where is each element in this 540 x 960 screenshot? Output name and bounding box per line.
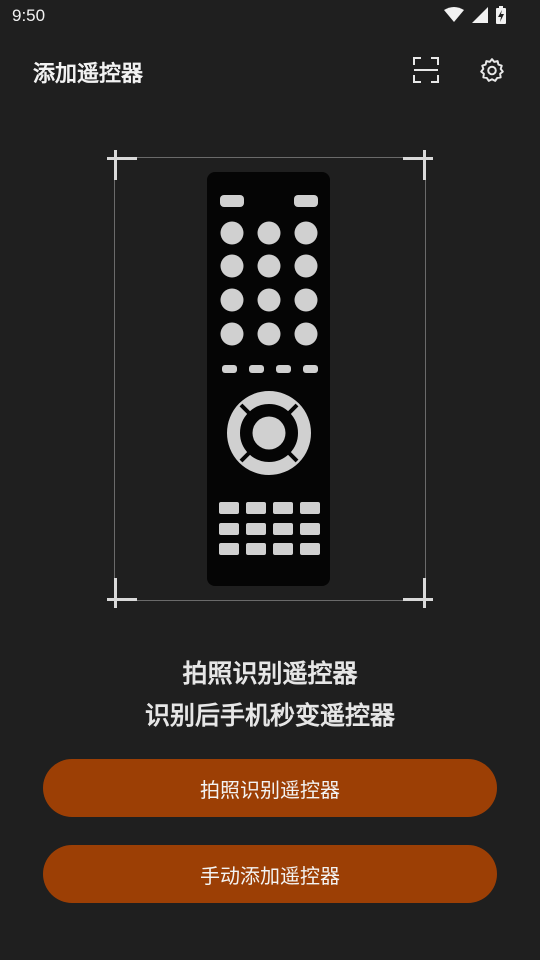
manual-add-button[interactable]: 手动添加遥控器: [43, 845, 497, 903]
battery-icon: [496, 6, 506, 24]
frame-corner-bottom-left: [107, 578, 137, 608]
caption-line-2: 识别后手机秒变遥控器: [144, 701, 395, 730]
scan-icon: [413, 57, 439, 83]
caption-line-1: 拍照识别遥控器: [182, 659, 358, 688]
scan-button[interactable]: [410, 54, 442, 86]
frame-corner-top-left: [107, 150, 137, 180]
frame-corner-top-right: [403, 150, 433, 180]
page-title: 添加遥控器: [33, 62, 144, 87]
photo-recognize-button[interactable]: 拍照识别遥控器: [43, 759, 497, 817]
settings-icon: [480, 58, 504, 82]
wifi-icon: [444, 7, 464, 22]
settings-button[interactable]: [476, 54, 508, 86]
status-icons: [444, 6, 506, 24]
status-time: 9:50: [12, 6, 46, 25]
app-bar: 添加遥控器: [0, 40, 540, 104]
signal-icon: [472, 7, 488, 23]
frame-corner-bottom-right: [403, 578, 433, 608]
remote-control-icon: [207, 172, 330, 586]
status-bar: 9:50: [0, 0, 540, 34]
